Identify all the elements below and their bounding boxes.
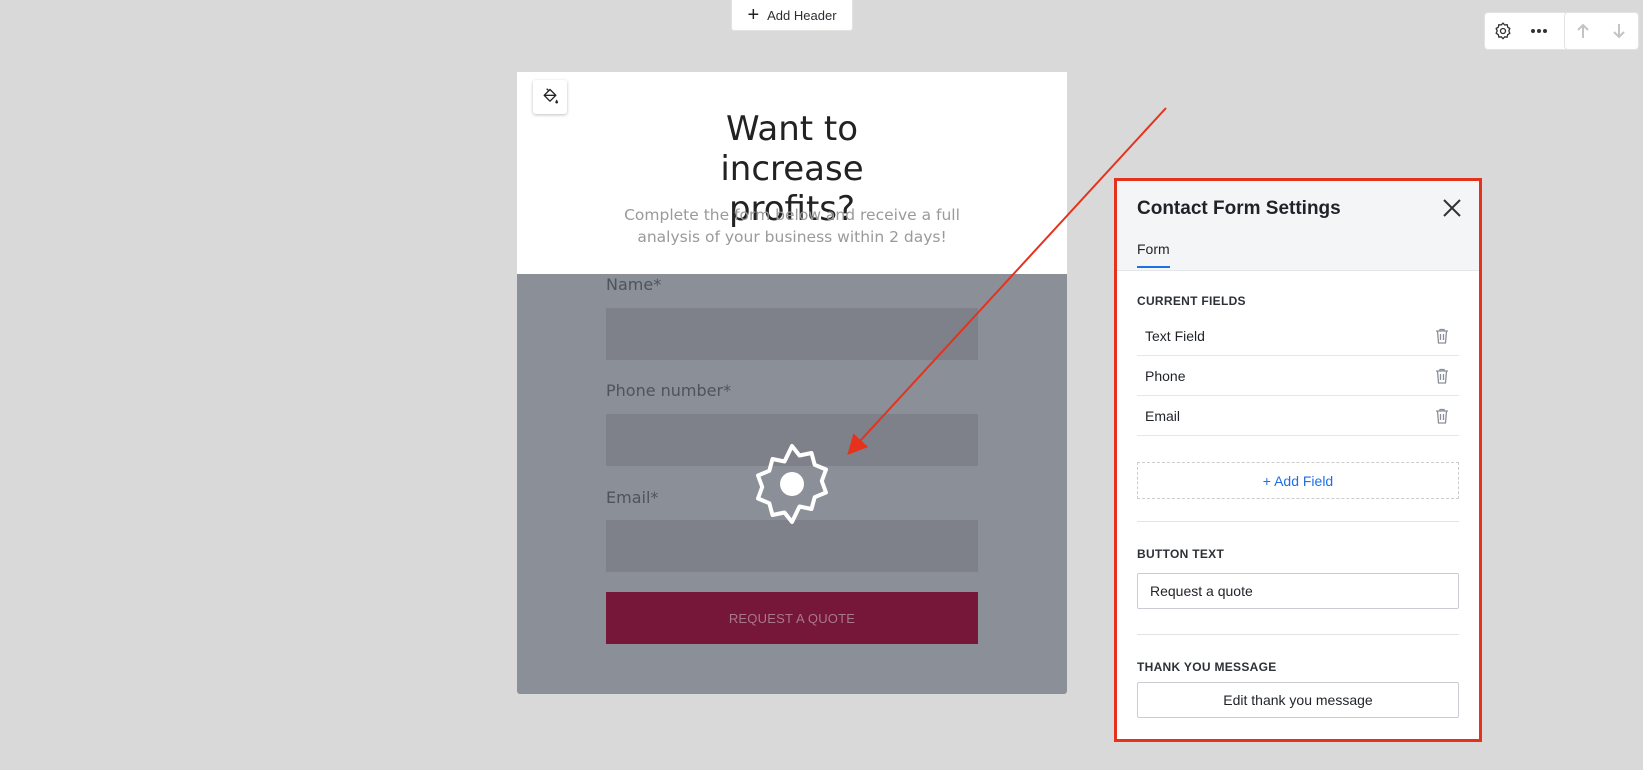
add-header-button[interactable]: + Add Header bbox=[731, 0, 853, 31]
email-field-label: Email* bbox=[606, 488, 659, 507]
name-field-label: Name* bbox=[606, 275, 662, 294]
thank-you-heading: THANK YOU MESSAGE bbox=[1137, 660, 1277, 674]
more-options-button[interactable] bbox=[1521, 13, 1557, 49]
button-text-input[interactable] bbox=[1137, 573, 1459, 609]
email-field[interactable] bbox=[606, 520, 978, 572]
paint-bucket-icon bbox=[543, 88, 558, 104]
field-name: Email bbox=[1145, 407, 1181, 424]
field-row-phone[interactable]: Phone bbox=[1137, 356, 1459, 396]
field-row-text[interactable]: Text Field bbox=[1137, 316, 1459, 356]
form-section-header: Want to increase profits? Complete the f… bbox=[517, 72, 1067, 274]
gear-icon bbox=[1495, 22, 1511, 40]
panel-header: Contact Form Settings Form bbox=[1117, 181, 1479, 271]
divider bbox=[1137, 634, 1459, 635]
name-field[interactable] bbox=[606, 308, 978, 360]
current-fields-heading: CURRENT FIELDS bbox=[1137, 294, 1246, 308]
field-name: Text Field bbox=[1145, 327, 1205, 344]
button-text-heading: BUTTON TEXT bbox=[1137, 547, 1225, 561]
add-field-button[interactable]: + Add Field bbox=[1137, 462, 1459, 499]
phone-field-label: Phone number* bbox=[606, 381, 732, 400]
plus-icon: + bbox=[747, 4, 760, 26]
trash-icon[interactable] bbox=[1433, 367, 1451, 385]
arrow-down-icon bbox=[1613, 24, 1625, 39]
panel-title: Contact Form Settings bbox=[1137, 198, 1341, 219]
request-quote-button[interactable]: REQUEST A QUOTE bbox=[606, 592, 978, 644]
add-header-label: Add Header bbox=[767, 7, 837, 23]
close-icon bbox=[1443, 199, 1461, 217]
contact-form-settings-panel: Contact Form Settings Form CURRENT FIELD… bbox=[1114, 178, 1482, 742]
field-name: Phone bbox=[1145, 367, 1186, 384]
move-up-button[interactable] bbox=[1565, 13, 1601, 49]
trash-icon[interactable] bbox=[1433, 407, 1451, 425]
tab-form[interactable]: Form bbox=[1137, 241, 1170, 268]
trash-icon[interactable] bbox=[1433, 327, 1451, 345]
more-icon bbox=[1531, 29, 1547, 33]
move-down-button[interactable] bbox=[1601, 13, 1637, 49]
section-settings-button[interactable] bbox=[1485, 13, 1521, 49]
arrow-up-icon bbox=[1577, 23, 1589, 38]
edit-thank-you-button[interactable]: Edit thank you message bbox=[1137, 682, 1459, 718]
close-button[interactable] bbox=[1439, 195, 1465, 221]
divider bbox=[1137, 521, 1459, 522]
form-subheadline: Complete the form below and receive a fu… bbox=[624, 206, 960, 246]
move-toolbar bbox=[1565, 13, 1638, 49]
field-row-email[interactable]: Email bbox=[1137, 396, 1459, 436]
gear-icon[interactable] bbox=[750, 442, 834, 526]
contact-form-block[interactable]: Name* Phone number* Email* REQUEST A QUO… bbox=[517, 274, 1067, 694]
